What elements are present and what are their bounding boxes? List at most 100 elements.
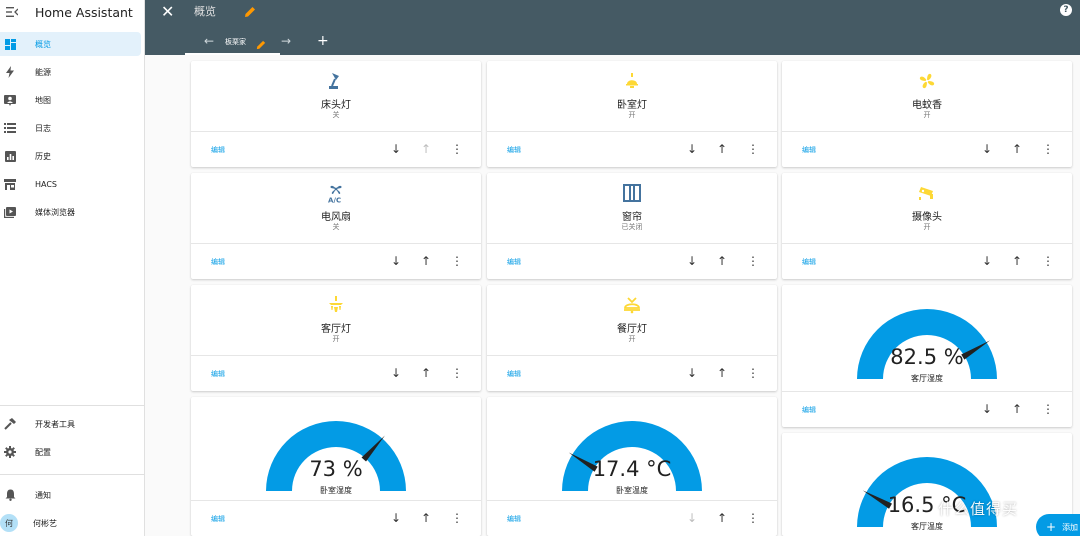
gauge-card-living-room-humidity[interactable]: 82.5 % 客厅湿度 编辑 ↓ ↑ ⋮ xyxy=(782,285,1072,427)
move-up-icon[interactable]: ↑ xyxy=(419,511,433,525)
edit-title-pencil-icon[interactable] xyxy=(244,3,256,22)
sidebar-item-map[interactable]: 地图 xyxy=(0,88,145,112)
move-up-icon[interactable]: ↑ xyxy=(715,142,729,156)
edit-card-button[interactable]: 编辑 xyxy=(507,514,521,524)
avatar[interactable]: 何 xyxy=(0,514,18,532)
move-up-icon[interactable]: ↑ xyxy=(419,254,433,268)
sidebar-item-overview[interactable]: 概览 xyxy=(0,32,141,56)
edit-card-button[interactable]: 编辑 xyxy=(507,369,521,379)
move-tab-right-icon[interactable]: → xyxy=(281,34,291,48)
move-up-icon[interactable]: ↑ xyxy=(419,366,433,380)
entity-card-bedside-lamp[interactable]: 床头灯 关 编辑 ↓ ↑ ⋮ xyxy=(191,61,481,167)
entity-name: 电风扇 xyxy=(321,212,351,223)
entity-card-living-room-light[interactable]: 客厅灯 开 编辑 ↓ ↑ ⋮ xyxy=(191,285,481,391)
more-options-icon[interactable]: ⋮ xyxy=(1041,254,1055,268)
more-options-icon[interactable]: ⋮ xyxy=(746,511,760,525)
sidebar-item-label: 配置 xyxy=(35,447,51,457)
card-actions: 编辑 ↓ ↑ ⋮ xyxy=(782,243,1072,279)
sidebar-item-label: 开发者工具 xyxy=(35,419,75,429)
edit-card-button[interactable]: 编辑 xyxy=(507,145,521,155)
move-up-icon[interactable]: ↑ xyxy=(1010,142,1024,156)
sidebar-item-configuration[interactable]: 配置 xyxy=(0,440,145,464)
move-down-icon[interactable]: ↓ xyxy=(389,366,403,380)
sidebar-item-hacs[interactable]: HACS xyxy=(0,172,145,196)
sidebar-item-media-browser[interactable]: 媒体浏览器 xyxy=(0,200,145,224)
entity-card-camera[interactable]: 摄像头 开 编辑 ↓ ↑ ⋮ xyxy=(782,173,1072,279)
move-down-icon[interactable]: ↓ xyxy=(389,142,403,156)
edit-card-button[interactable]: 编辑 xyxy=(211,514,225,524)
card-actions: 编辑 ↓ ↑ ⋮ xyxy=(487,355,777,391)
move-down-icon[interactable]: ↓ xyxy=(685,366,699,380)
more-options-icon[interactable]: ⋮ xyxy=(746,366,760,380)
entity-name: 客厅灯 xyxy=(321,324,351,335)
add-view-button[interactable]: + xyxy=(317,33,329,49)
entity-name: 摄像头 xyxy=(912,212,942,223)
edit-card-button[interactable]: 编辑 xyxy=(211,369,225,379)
move-down-icon[interactable]: ↓ xyxy=(980,402,994,416)
edit-card-button[interactable]: 编辑 xyxy=(802,145,816,155)
sidebar-item-history[interactable]: 历史 xyxy=(0,144,145,168)
more-options-icon[interactable]: ⋮ xyxy=(450,366,464,380)
move-down-icon[interactable]: ↓ xyxy=(685,142,699,156)
gauge-card-living-room-temperature[interactable]: 16.5 °C 客厅温度 xyxy=(782,433,1072,536)
sidebar-item-label: 能源 xyxy=(35,67,51,77)
sidebar-item-notifications[interactable]: 通知 xyxy=(0,483,145,507)
edit-card-button[interactable]: 编辑 xyxy=(211,145,225,155)
more-options-icon[interactable]: ⋮ xyxy=(450,254,464,268)
entity-card-bedroom-light[interactable]: 卧室灯 开 编辑 ↓ ↑ ⋮ xyxy=(487,61,777,167)
move-up-icon[interactable]: ↑ xyxy=(419,142,433,156)
move-down-icon[interactable]: ↓ xyxy=(980,254,994,268)
move-down-icon[interactable]: ↓ xyxy=(389,511,403,525)
more-options-icon[interactable]: ⋮ xyxy=(746,142,760,156)
card-actions: 编辑 ↓ ↑ ⋮ xyxy=(782,131,1072,167)
move-down-icon[interactable]: ↓ xyxy=(980,142,994,156)
entity-state: 开 xyxy=(923,223,931,231)
more-options-icon[interactable]: ⋮ xyxy=(1041,142,1055,156)
move-up-icon[interactable]: ↑ xyxy=(1010,402,1024,416)
entity-card-electric-fan[interactable]: A/C 电风扇 关 编辑 ↓ ↑ ⋮ xyxy=(191,173,481,279)
entity-card-mosquito-repellent[interactable]: 电蚊香 开 编辑 ↓ ↑ ⋮ xyxy=(782,61,1072,167)
move-tab-left-icon[interactable]: ← xyxy=(204,34,214,48)
gauge-card-bedroom-humidity[interactable]: 73 % 卧室湿度 编辑 ↓ ↑ ⋮ xyxy=(191,397,481,536)
edit-card-button[interactable]: 编辑 xyxy=(211,257,225,267)
move-up-icon[interactable]: ↑ xyxy=(715,366,729,380)
close-icon[interactable]: ✕ xyxy=(161,2,174,21)
move-down-icon[interactable]: ↓ xyxy=(685,511,699,525)
edit-card-button[interactable]: 编辑 xyxy=(802,257,816,267)
move-up-icon[interactable]: ↑ xyxy=(715,254,729,268)
more-options-icon[interactable]: ⋮ xyxy=(1041,402,1055,416)
help-icon[interactable]: ? xyxy=(1060,4,1072,16)
card-actions: 编辑 ↓ ↑ ⋮ xyxy=(487,500,777,536)
move-up-icon[interactable]: ↑ xyxy=(1010,254,1024,268)
sidebar-item-label: 概览 xyxy=(35,39,51,49)
edit-view-pencil-icon[interactable] xyxy=(256,35,266,54)
camera-icon xyxy=(917,183,937,203)
move-down-icon[interactable]: ↓ xyxy=(389,254,403,268)
card-actions: 编辑 ↓ ↑ ⋮ xyxy=(487,243,777,279)
curtain-icon xyxy=(622,183,642,203)
gauge-card-bedroom-temperature[interactable]: 17.4 °C 卧室温度 编辑 ↓ ↑ ⋮ xyxy=(487,397,777,536)
menu-collapse-icon[interactable] xyxy=(6,5,20,19)
sidebar-item-profile[interactable]: 何 何彬艺 xyxy=(0,511,145,535)
page-title: 概览 xyxy=(194,5,216,18)
move-up-icon[interactable]: ↑ xyxy=(715,511,729,525)
sidebar-item-energy[interactable]: 能源 xyxy=(0,60,145,84)
air-conditioner-icon: A/C xyxy=(326,183,346,203)
more-options-icon[interactable]: ⋮ xyxy=(450,142,464,156)
add-card-button[interactable]: + 添加 xyxy=(1036,514,1080,536)
ceiling-light-icon xyxy=(622,71,642,91)
sidebar-divider xyxy=(0,405,145,406)
card-actions: 编辑 ↓ ↑ ⋮ xyxy=(487,131,777,167)
tab-main-view[interactable]: 板栗家 xyxy=(225,37,246,47)
sidebar-item-developer-tools[interactable]: 开发者工具 xyxy=(0,412,145,436)
gauge-name: 卧室湿度 xyxy=(320,486,352,495)
move-down-icon[interactable]: ↓ xyxy=(685,254,699,268)
entity-state: 开 xyxy=(332,335,340,343)
more-options-icon[interactable]: ⋮ xyxy=(746,254,760,268)
more-options-icon[interactable]: ⋮ xyxy=(450,511,464,525)
sidebar-item-logbook[interactable]: 日志 xyxy=(0,116,145,140)
entity-card-dining-light[interactable]: 餐厅灯 开 编辑 ↓ ↑ ⋮ xyxy=(487,285,777,391)
edit-card-button[interactable]: 编辑 xyxy=(507,257,521,267)
entity-card-curtain[interactable]: 窗帘 已关闭 编辑 ↓ ↑ ⋮ xyxy=(487,173,777,279)
edit-card-button[interactable]: 编辑 xyxy=(802,405,816,415)
